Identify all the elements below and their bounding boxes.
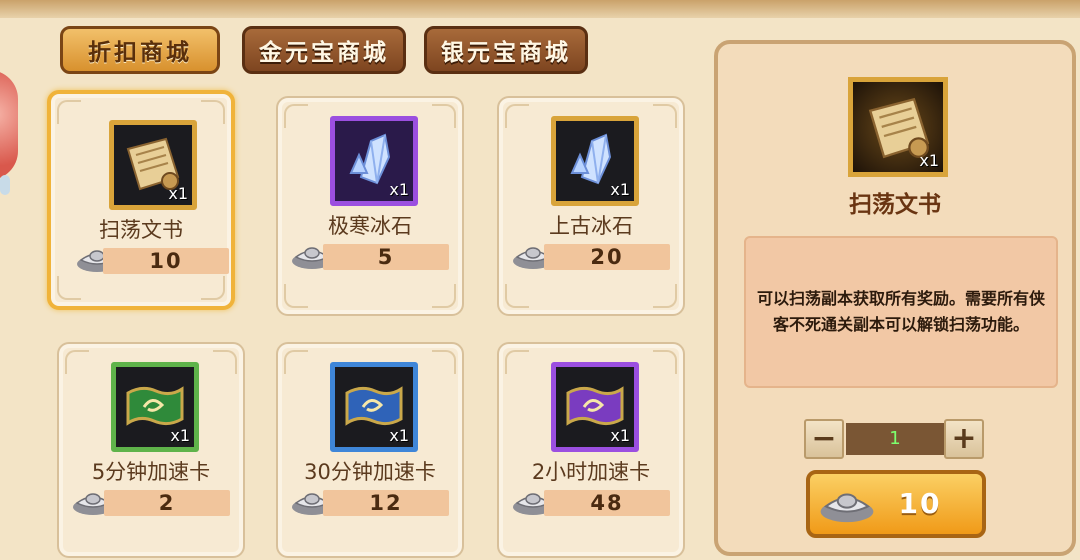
card-ornament: [653, 350, 677, 374]
item-detail-panel: x1 扫荡文书 可以扫荡副本获取所有奖励。需要所有侠客不死通关副本可以解锁扫荡功…: [714, 40, 1076, 556]
item-name: 5分钟加速卡: [91, 460, 211, 484]
lantern-tassel: [0, 175, 10, 195]
description-box: 可以扫荡副本获取所有奖励。需要所有侠客不死通关副本可以解锁扫荡功能。: [744, 236, 1058, 388]
card-ornament: [201, 276, 225, 300]
item-icon-frame: x1: [111, 362, 199, 452]
card-ornament: [505, 350, 529, 374]
card-ornament: [432, 104, 456, 128]
card-ornament: [284, 350, 308, 374]
item-price: 5: [323, 244, 449, 270]
item-price: 20: [544, 244, 670, 270]
item-price: 12: [323, 490, 449, 516]
item-icon-frame: x1: [330, 116, 418, 206]
item-icon-frame: x1: [109, 120, 197, 210]
item-card-ancient-ice-stone[interactable]: x1 上古冰石 20: [497, 96, 685, 316]
item-card-2hour-speedup[interactable]: x1 2小时加速卡 48: [497, 342, 685, 558]
card-ornament: [65, 350, 89, 374]
detail-icon-frame: x1: [848, 77, 948, 177]
item-icon-frame: x1: [551, 116, 639, 206]
buy-button[interactable]: 10: [806, 470, 986, 538]
tab-gold-ingot-shop[interactable]: 金元宝商城: [242, 26, 406, 74]
lantern-decoration: [0, 70, 18, 180]
buy-price: 10: [898, 487, 942, 520]
decrease-quantity-button[interactable]: −: [804, 419, 844, 459]
card-ornament: [284, 104, 308, 128]
item-price: 10: [103, 248, 229, 274]
card-ornament: [57, 276, 81, 300]
card-ornament: [432, 284, 456, 308]
item-description: 可以扫荡副本获取所有奖励。需要所有侠客不死通关副本可以解锁扫荡功能。: [756, 289, 1045, 334]
top-border: [0, 0, 1080, 18]
card-ornament: [653, 104, 677, 128]
card-ornament: [653, 284, 677, 308]
item-quantity: x1: [610, 180, 630, 199]
card-ornament: [432, 350, 456, 374]
silver-ingot-icon: [818, 484, 876, 526]
item-name: 极寒冰石: [328, 214, 412, 238]
detail-quantity-badge: x1: [919, 151, 939, 170]
card-ornament: [213, 350, 237, 374]
card-ornament: [284, 284, 308, 308]
card-ornament: [57, 100, 81, 124]
item-name: 扫荡文书: [99, 218, 183, 242]
item-name: 上古冰石: [549, 214, 633, 238]
item-quantity: x1: [170, 426, 190, 445]
item-name: 30分钟加速卡: [304, 460, 436, 484]
item-icon-frame: x1: [330, 362, 418, 452]
item-quantity: x1: [389, 180, 409, 199]
quantity-field[interactable]: 1: [846, 423, 944, 455]
item-name: 2小时加速卡: [531, 460, 651, 484]
increase-quantity-button[interactable]: +: [944, 419, 984, 459]
detail-item-name: 扫荡文书: [849, 192, 941, 218]
item-price: 2: [104, 490, 230, 516]
card-ornament: [505, 104, 529, 128]
item-card-frost-stone[interactable]: x1 极寒冰石 5: [276, 96, 464, 316]
item-icon-frame: x1: [551, 362, 639, 452]
tab-silver-ingot-shop[interactable]: 银元宝商城: [424, 26, 588, 74]
item-card-sweep-scroll[interactable]: x1 扫荡文书 10: [47, 90, 235, 310]
item-card-5min-speedup[interactable]: x1 5分钟加速卡 2: [57, 342, 245, 558]
tab-discount-shop[interactable]: 折扣商城: [60, 26, 220, 74]
item-quantity: x1: [168, 184, 188, 203]
card-ornament: [201, 100, 225, 124]
item-card-30min-speedup[interactable]: x1 30分钟加速卡 12: [276, 342, 464, 558]
item-quantity: x1: [389, 426, 409, 445]
item-quantity: x1: [610, 426, 630, 445]
card-ornament: [505, 284, 529, 308]
item-price: 48: [544, 490, 670, 516]
